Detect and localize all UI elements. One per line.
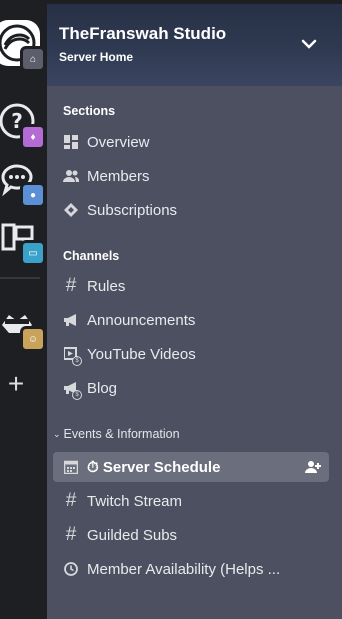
channel-blog[interactable]: $ Blog — [53, 373, 329, 403]
channel-label: ⏱ Server Schedule — [87, 459, 220, 476]
server-icon-franswah[interactable]: ⌂ — [0, 20, 46, 72]
emoji-badge-icon: ☺ — [20, 326, 46, 352]
server-name: TheFranswah Studio — [59, 24, 227, 43]
grid-icon — [63, 134, 79, 150]
sections-header: Sections — [63, 104, 116, 118]
server-icon-help[interactable]: ? ♦ — [0, 98, 46, 150]
lock-badge-icon: $ — [72, 356, 82, 366]
calendar-icon — [63, 459, 79, 475]
category-label: Events & Information — [63, 427, 180, 441]
lock-badge-icon: $ — [72, 390, 82, 400]
channel-rules[interactable]: # Rules — [53, 271, 329, 301]
home-badge-icon: ⌂ — [20, 46, 46, 72]
hash-icon: # — [65, 524, 77, 545]
monitor-badge-icon: ▭ — [20, 240, 46, 266]
diamond-icon — [63, 202, 79, 218]
clock-icon — [63, 561, 79, 577]
channel-guilded-subs[interactable]: # Guilded Subs — [53, 520, 329, 550]
server-icon-chat[interactable]: ● — [0, 156, 46, 208]
section-label: Subscriptions — [87, 201, 178, 219]
megaphone-icon: $ — [63, 380, 82, 400]
channel-server-schedule[interactable]: ⏱ Server Schedule — [53, 452, 329, 482]
stopwatch-icon: ⏱ — [87, 458, 99, 476]
section-label: Members — [87, 167, 150, 185]
chevron-down-icon[interactable] — [297, 32, 321, 56]
category-events-information[interactable]: ⌄ Events & Information — [53, 427, 180, 441]
section-label: Overview — [87, 133, 150, 151]
channel-label: Rules — [87, 277, 126, 295]
channel-announcements[interactable]: Announcements — [53, 305, 329, 335]
channel-label-text: Server Schedule — [102, 458, 221, 476]
members-icon — [63, 168, 79, 184]
megaphone-icon — [63, 312, 79, 328]
add-member-icon[interactable] — [305, 459, 321, 475]
channel-sidebar: TheFranswah Studio Server Home Sections … — [47, 4, 342, 619]
section-members[interactable]: Members — [53, 161, 329, 191]
server-icon-dominion[interactable]: ☺ — [0, 300, 46, 352]
channels-header: Channels — [63, 249, 120, 263]
channel-label: Twitch Stream — [87, 492, 183, 510]
hash-icon: # — [65, 490, 77, 511]
video-icon: $ — [63, 346, 82, 366]
section-overview[interactable]: Overview — [53, 127, 329, 157]
channel-member-availability[interactable]: Member Availability (Helps ... — [53, 554, 329, 584]
server-subtitle: Server Home — [59, 50, 134, 64]
server-rail: ⌂ ? ♦ ● ▭ ☺ + — [0, 4, 47, 619]
chevron-down-icon: ⌄ — [53, 429, 61, 439]
hash-icon: # — [65, 275, 77, 296]
channel-label: Blog — [87, 379, 118, 397]
channel-label: Member Availability (Helps ... — [87, 560, 281, 578]
channel-label: Guilded Subs — [87, 526, 178, 544]
add-server-button[interactable]: + — [0, 364, 32, 404]
server-icon-pc[interactable]: ▭ — [0, 214, 46, 266]
channel-label: Announcements — [87, 311, 196, 329]
server-banner[interactable]: TheFranswah Studio Server Home — [47, 4, 342, 86]
channel-label: YouTube Videos — [87, 345, 196, 363]
nitro-badge-icon: ♦ — [20, 124, 46, 150]
rail-separator — [0, 277, 40, 279]
channel-youtube-videos[interactable]: $ YouTube Videos — [53, 339, 329, 369]
section-subscriptions[interactable]: Subscriptions — [53, 195, 329, 225]
channel-twitch-stream[interactable]: # Twitch Stream — [53, 486, 329, 516]
speech-badge-icon: ● — [20, 182, 46, 208]
